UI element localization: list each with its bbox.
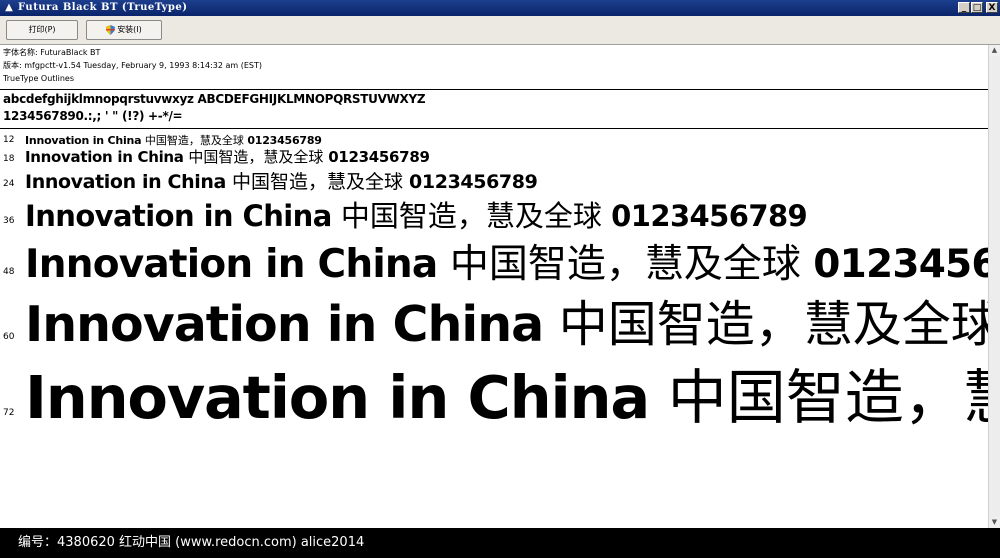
print-button[interactable]: 打印(P) bbox=[6, 20, 78, 40]
sample-latin: Innovation in China bbox=[25, 296, 544, 353]
sample-row: Innovation in China 中国智造，慧及全球 0123456789 bbox=[25, 193, 808, 235]
sample-latin: Innovation in China bbox=[25, 199, 332, 233]
sample-latin: Innovation in China bbox=[25, 242, 438, 287]
install-button[interactable]: 安装(I) bbox=[86, 20, 162, 40]
toolbar: 打印(P) 安装(I) bbox=[0, 16, 1000, 45]
font-outline-line: TrueType Outlines bbox=[3, 74, 75, 83]
font-name-line: 字体名称: FuturaBlack BT bbox=[3, 48, 101, 57]
font-app-icon: ▲ bbox=[5, 2, 13, 13]
sample-digits: 0123456789 bbox=[813, 242, 988, 287]
divider bbox=[0, 89, 988, 90]
sample-cjk: 中国智造，慧及全球 bbox=[188, 148, 324, 166]
sample-cjk: 中国智造，慧及全球 bbox=[558, 296, 988, 353]
scroll-up-icon[interactable]: ▲ bbox=[989, 45, 1000, 56]
sample-digits: 0123456789 bbox=[328, 148, 430, 166]
minimize-button[interactable]: _ bbox=[958, 2, 970, 13]
sample-cjk: 中国智造，慧及全球 bbox=[231, 171, 403, 193]
font-version-line: 版本: mfgpctt-v1.54 Tuesday, February 9, 1… bbox=[3, 61, 263, 70]
title-bar: ▲ Futura Black BT (TrueType) _ □ X bbox=[0, 0, 1000, 16]
sample-row: Innovation in China 中国智造，慧及全球 0123456789 bbox=[25, 350, 988, 435]
sample-row: Innovation in China 中国智造，慧及全球 0123456789 bbox=[25, 233, 988, 289]
sample-row: Innovation in China 中国智造，慧及全球 0123456789 bbox=[25, 285, 988, 356]
size-label: 12 bbox=[3, 135, 15, 145]
install-button-label: 安装(I) bbox=[117, 25, 142, 34]
vertical-scrollbar[interactable]: ▲ ▼ bbox=[988, 45, 1000, 528]
sample-latin: Innovation in China bbox=[25, 363, 650, 432]
font-preview-area: 字体名称: FuturaBlack BT 版本: mfgpctt-v1.54 T… bbox=[0, 45, 988, 528]
charset-letters: abcdefghijklmnopqrstuvwxyz ABCDEFGHIJKLM… bbox=[3, 92, 426, 106]
close-button[interactable]: X bbox=[986, 2, 998, 13]
watermark-text: 编号：4380620 红动中国 (www.redocn.com) alice20… bbox=[18, 535, 365, 550]
sample-digits: 0123456789 bbox=[409, 171, 538, 193]
maximize-button[interactable]: □ bbox=[971, 2, 983, 13]
sample-digits: 0123456789 bbox=[611, 199, 808, 233]
size-label: 60 bbox=[3, 332, 15, 342]
status-bar: 编号：4380620 红动中国 (www.redocn.com) alice20… bbox=[0, 528, 1000, 558]
sample-row: Innovation in China 中国智造，慧及全球 0123456789 bbox=[25, 167, 538, 194]
sample-latin: Innovation in China bbox=[25, 148, 184, 166]
size-label: 72 bbox=[3, 408, 15, 418]
sample-row: Innovation in China 中国智造，慧及全球 0123456789 bbox=[25, 146, 430, 167]
size-label: 36 bbox=[3, 216, 15, 226]
size-label: 24 bbox=[3, 179, 15, 189]
window-title: Futura Black BT (TrueType) bbox=[18, 2, 188, 13]
sample-cjk: 中国智造，慧及全球 bbox=[340, 199, 602, 233]
size-label: 18 bbox=[3, 154, 15, 164]
sample-cjk: 中国智造，慧及全球 bbox=[449, 242, 801, 287]
uac-shield-icon bbox=[106, 24, 116, 35]
charset-symbols: 1234567890.:,; ' " (!?) +-*/= bbox=[3, 109, 183, 123]
scroll-down-icon[interactable]: ▼ bbox=[989, 517, 1000, 528]
sample-cjk: 中国智造，慧及全球 bbox=[667, 363, 988, 432]
window-controls: _ □ X bbox=[958, 2, 998, 13]
print-button-label: 打印(P) bbox=[28, 25, 56, 34]
sample-latin: Innovation in China bbox=[25, 171, 226, 193]
size-label: 48 bbox=[3, 267, 15, 277]
divider bbox=[0, 128, 988, 129]
